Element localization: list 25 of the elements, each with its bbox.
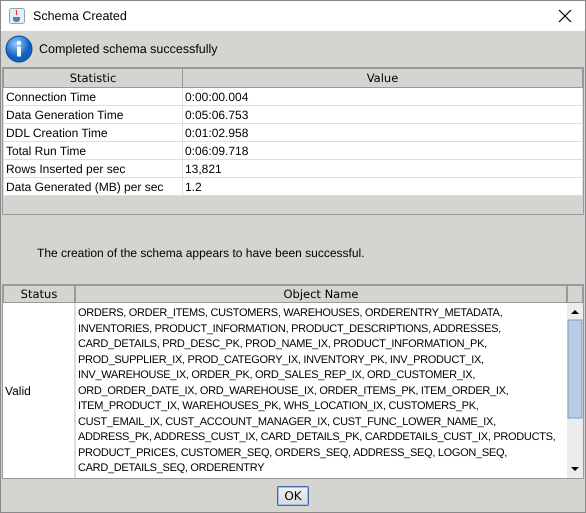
table-cell: 0:00:00.004 (182, 88, 582, 106)
app-cup-icon (9, 8, 25, 24)
table-cell: Connection Time (4, 88, 182, 106)
status-cell: Valid (5, 384, 31, 398)
table-cell: Rows Inserted per sec (4, 160, 182, 178)
table-cell: 0:01:02.958 (182, 124, 582, 142)
window-title: Schema Created (33, 9, 128, 23)
column-header: Status (3, 285, 75, 303)
info-icon (5, 35, 33, 63)
table-cell: Data Generated (MB) per sec (4, 178, 182, 196)
column-header: Value (182, 68, 582, 88)
result-message: The creation of the schema appears to have been successful. (37, 246, 365, 260)
table-cell: DDL Creation Time (4, 124, 182, 142)
vertical-scrollbar[interactable] (567, 303, 583, 478)
ok-button[interactable]: OK (277, 486, 309, 506)
table-cell: 0:05:06.753 (182, 106, 582, 124)
close-icon (558, 9, 572, 23)
table-cell: Data Generation Time (4, 106, 182, 124)
column-header: Object Name (75, 285, 567, 303)
table-cell: 13,821 (182, 160, 582, 178)
column-header: Statistic (4, 68, 182, 88)
table-cell: 0:06:09.718 (182, 142, 582, 160)
info-message: Completed schema successfully (39, 42, 218, 56)
table-cell: Total Run Time (4, 142, 182, 160)
table-cell: 1.2 (182, 178, 582, 196)
